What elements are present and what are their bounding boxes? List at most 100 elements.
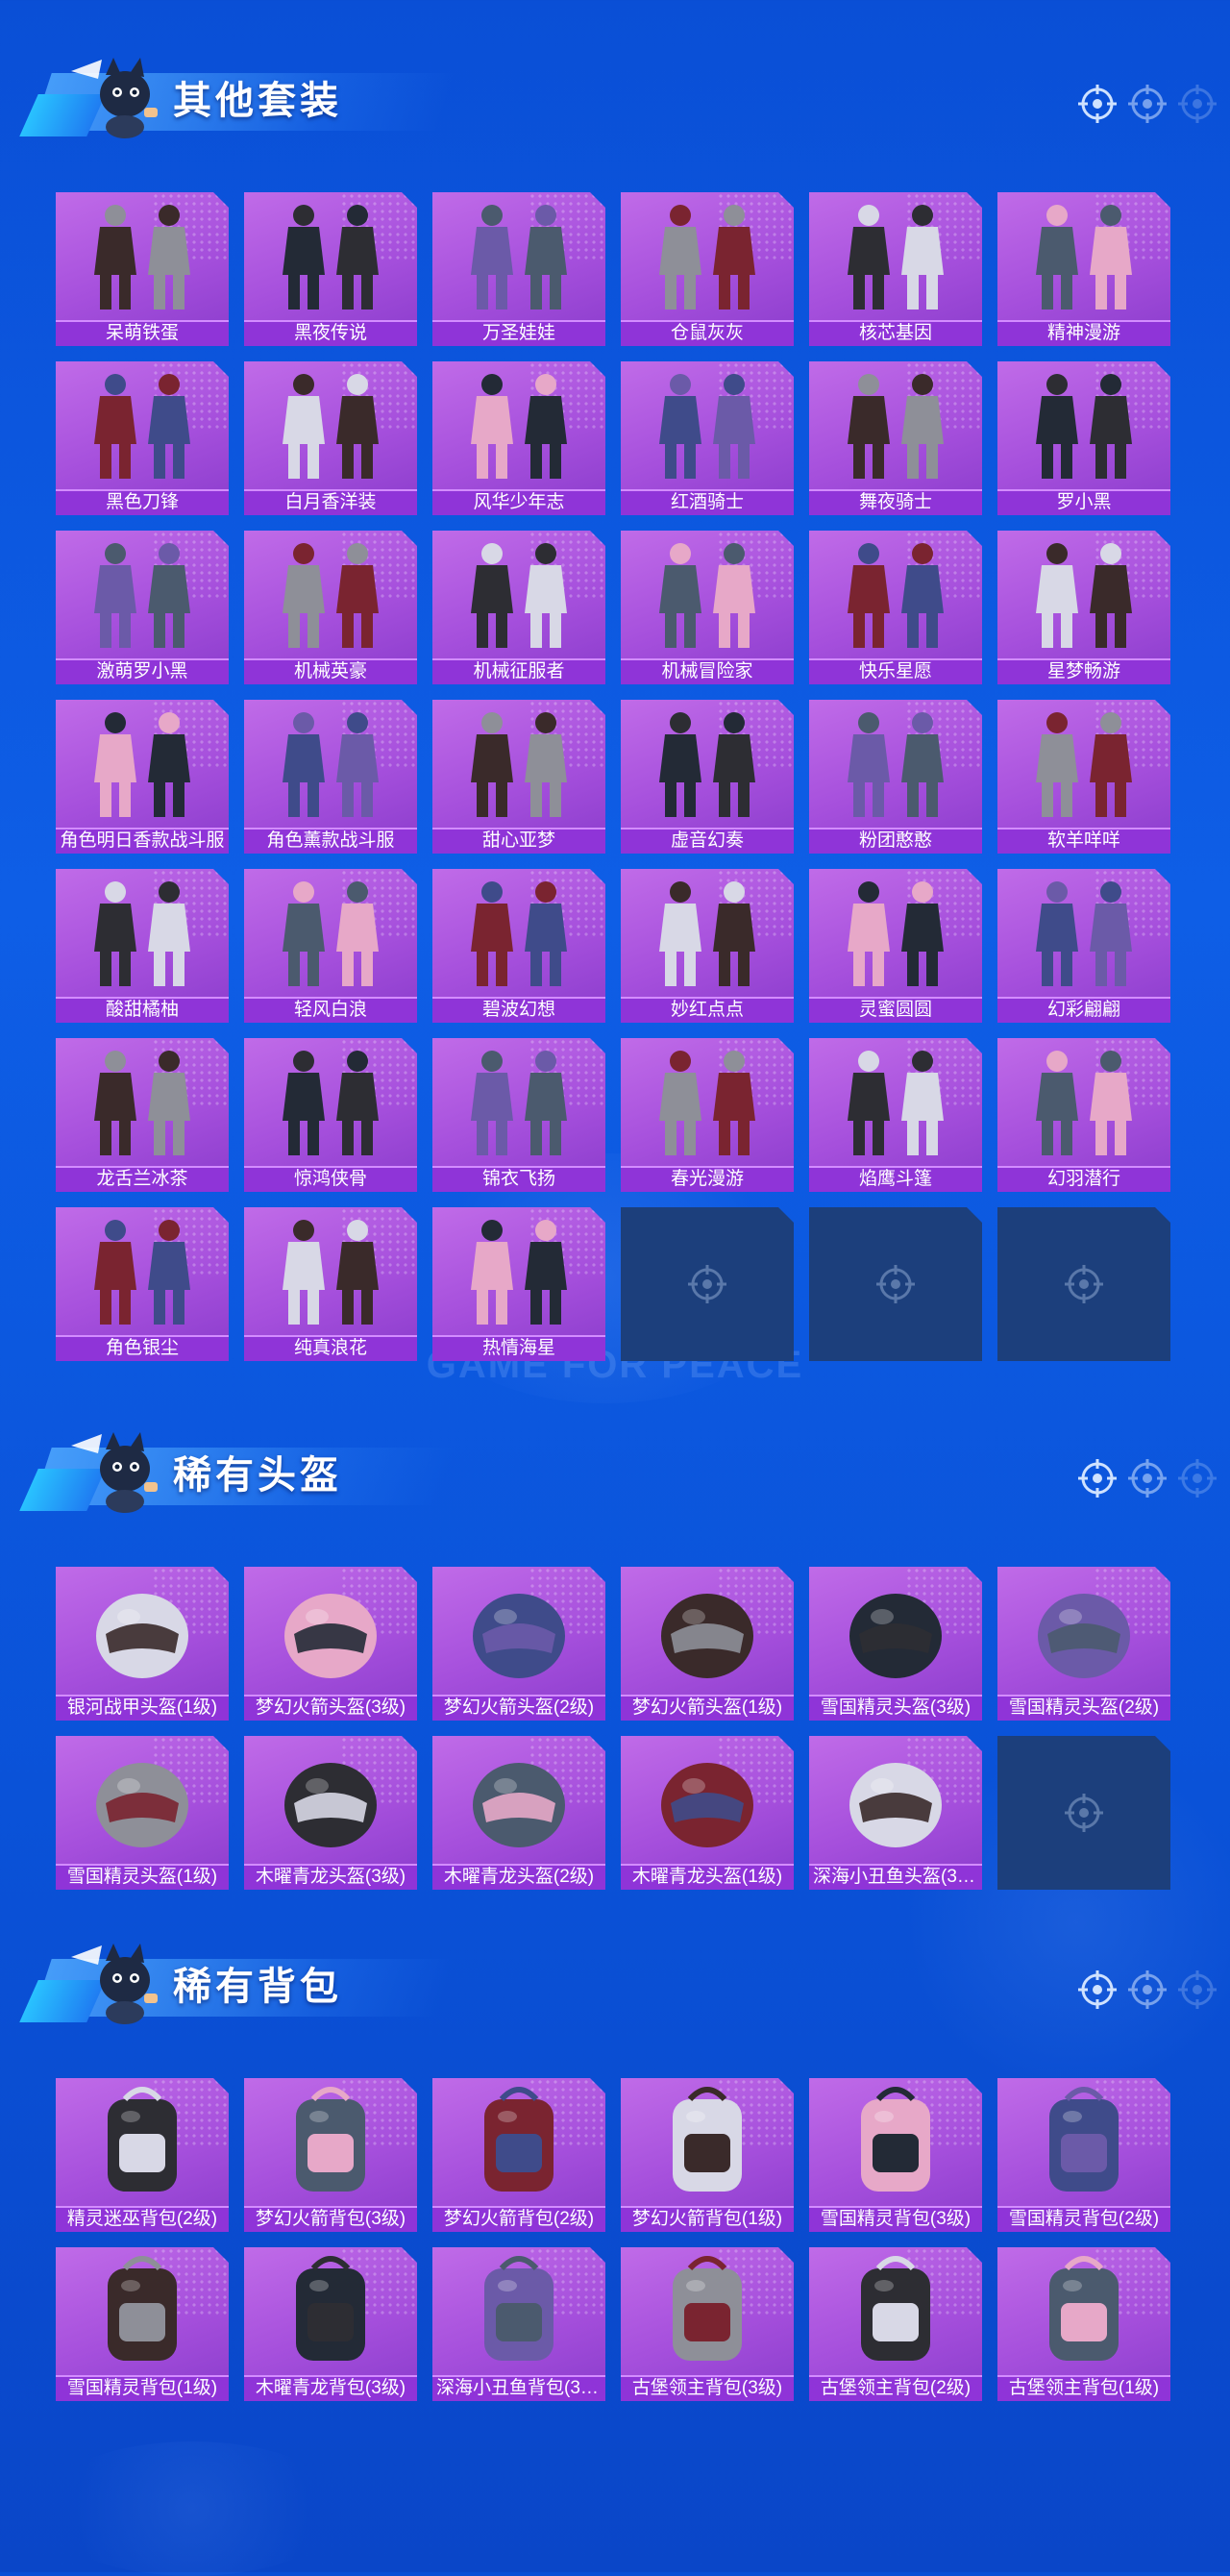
- outfit-image: [659, 374, 755, 479]
- item-card-frame: 雪国精灵背包(2级): [997, 2078, 1170, 2232]
- mascot-icon: [63, 46, 169, 142]
- item-card[interactable]: 雪国精灵头盔(2级): [997, 1567, 1170, 1721]
- item-card[interactable]: 机械英豪: [244, 531, 417, 684]
- item-card[interactable]: 古堡领主背包(1级): [997, 2247, 1170, 2401]
- item-card[interactable]: 风华少年志: [432, 361, 605, 515]
- item-card[interactable]: 白月香洋装: [244, 361, 417, 515]
- item-card[interactable]: 舞夜骑士: [809, 361, 982, 515]
- item-card-frame: 星梦畅游: [997, 531, 1170, 684]
- item-card[interactable]: 激萌罗小黑: [56, 531, 229, 684]
- item-card[interactable]: 角色银尘: [56, 1207, 229, 1361]
- item-card-frame: 焰鹰斗篷: [809, 1038, 982, 1192]
- helmet-image: [96, 1763, 188, 1847]
- item-name: 梦幻火箭背包(2级): [443, 2209, 595, 2229]
- item-card[interactable]: 梦幻火箭头盔(2级): [432, 1567, 605, 1721]
- item-card[interactable]: 春光漫游: [621, 1038, 794, 1192]
- item-card[interactable]: 古堡领主背包(3级): [621, 2247, 794, 2401]
- empty-slot-frame: [997, 1207, 1170, 1361]
- item-card-frame: 木曜青龙头盔(1级): [621, 1736, 794, 1890]
- item-card[interactable]: 幻彩翩翩: [997, 869, 1170, 1023]
- item-card-frame: 黑夜传说: [244, 192, 417, 346]
- item-card[interactable]: 精灵迷巫背包(2级): [56, 2078, 229, 2232]
- item-name: 激萌罗小黑: [96, 661, 188, 681]
- outfit-image: [1036, 205, 1132, 310]
- item-card[interactable]: 纯真浪花: [244, 1207, 417, 1361]
- item-name: 幻彩翩翩: [1046, 1000, 1120, 1020]
- item-card[interactable]: 焰鹰斗篷: [809, 1038, 982, 1192]
- item-card[interactable]: 雪国精灵头盔(1级): [56, 1736, 229, 1890]
- item-card[interactable]: 快乐星愿: [809, 531, 982, 684]
- item-name: 纯真浪花: [293, 1338, 367, 1358]
- item-card[interactable]: 惊鸿侠骨: [244, 1038, 417, 1192]
- item-card[interactable]: 梦幻火箭背包(3级): [244, 2078, 417, 2232]
- item-name: 热情海星: [481, 1338, 555, 1358]
- backpack-image: [108, 2087, 177, 2192]
- outfit-image: [283, 1051, 379, 1155]
- item-card[interactable]: 木曜青龙头盔(2级): [432, 1736, 605, 1890]
- item-card[interactable]: 灵蜜圆圆: [809, 869, 982, 1023]
- empty-slot: [809, 1207, 982, 1361]
- helmet-image: [284, 1763, 377, 1847]
- item-card-frame: 梦幻火箭头盔(1级): [621, 1567, 794, 1721]
- item-name: 黑色刀锋: [105, 492, 179, 512]
- crosshair-icon: [1065, 1794, 1103, 1832]
- item-card[interactable]: 雪国精灵头盔(3级): [809, 1567, 982, 1721]
- item-card[interactable]: 木曜青龙头盔(1级): [621, 1736, 794, 1890]
- item-card[interactable]: 雪国精灵背包(2级): [997, 2078, 1170, 2232]
- item-card[interactable]: 仓鼠灰灰: [621, 192, 794, 346]
- outfit-image: [848, 205, 944, 310]
- item-card-frame: 梦幻火箭背包(1级): [621, 2078, 794, 2232]
- item-name: 星梦畅游: [1046, 661, 1120, 681]
- item-card[interactable]: 虚音幻奏: [621, 700, 794, 854]
- item-card-frame: 深海小丑鱼背包(3级): [432, 2247, 605, 2401]
- item-card[interactable]: 雪国精灵背包(1级): [56, 2247, 229, 2401]
- item-card[interactable]: 幻羽潜行: [997, 1038, 1170, 1192]
- item-card[interactable]: 锦衣飞扬: [432, 1038, 605, 1192]
- item-card[interactable]: 梦幻火箭背包(2级): [432, 2078, 605, 2232]
- item-card[interactable]: 银河战甲头盔(1级): [56, 1567, 229, 1721]
- item-card-frame: 精灵迷巫背包(2级): [56, 2078, 229, 2232]
- item-card[interactable]: 核芯基因: [809, 192, 982, 346]
- item-card[interactable]: 雪国精灵背包(3级): [809, 2078, 982, 2232]
- item-card[interactable]: 罗小黑: [997, 361, 1170, 515]
- item-card[interactable]: 碧波幻想: [432, 869, 605, 1023]
- item-card[interactable]: 酸甜橘柚: [56, 869, 229, 1023]
- crosshair-decoration: [1076, 83, 1220, 125]
- item-card[interactable]: 机械冒险家: [621, 531, 794, 684]
- item-card[interactable]: 万圣娃娃: [432, 192, 605, 346]
- item-card[interactable]: 木曜青龙头盔(3级): [244, 1736, 417, 1890]
- item-card-frame: 风华少年志: [432, 361, 605, 515]
- item-name: 木曜青龙头盔(2级): [443, 1867, 595, 1887]
- item-card[interactable]: 梦幻火箭头盔(3级): [244, 1567, 417, 1721]
- crosshair-icon: [1178, 85, 1217, 123]
- item-card[interactable]: 机械征服者: [432, 531, 605, 684]
- item-card[interactable]: 深海小丑鱼背包(3级): [432, 2247, 605, 2401]
- item-card[interactable]: 软羊咩咩: [997, 700, 1170, 854]
- item-card[interactable]: 红酒骑士: [621, 361, 794, 515]
- item-card[interactable]: 黑夜传说: [244, 192, 417, 346]
- item-card-frame: 精神漫游: [997, 192, 1170, 346]
- item-card[interactable]: 木曜青龙背包(3级): [244, 2247, 417, 2401]
- item-name: 梦幻火箭背包(1级): [631, 2209, 783, 2229]
- backpack-image: [673, 2087, 742, 2192]
- item-card[interactable]: 粉团憨憨: [809, 700, 982, 854]
- item-card[interactable]: 精神漫游: [997, 192, 1170, 346]
- crosshair-icon: [1078, 85, 1117, 123]
- outfit-image: [1036, 1051, 1132, 1155]
- item-card[interactable]: 黑色刀锋: [56, 361, 229, 515]
- item-card[interactable]: 古堡领主背包(2级): [809, 2247, 982, 2401]
- item-card[interactable]: 甜心亚梦: [432, 700, 605, 854]
- item-card[interactable]: 角色明日香款战斗服: [56, 700, 229, 854]
- item-name: 软羊咩咩: [1046, 830, 1120, 851]
- item-card[interactable]: 星梦畅游: [997, 531, 1170, 684]
- item-name: 古堡领主背包(1级): [1008, 2378, 1160, 2398]
- item-card[interactable]: 梦幻火箭背包(1级): [621, 2078, 794, 2232]
- item-card[interactable]: 梦幻火箭头盔(1级): [621, 1567, 794, 1721]
- item-card[interactable]: 角色薰款战斗服: [244, 700, 417, 854]
- item-card[interactable]: 妙红点点: [621, 869, 794, 1023]
- item-card[interactable]: 呆萌铁蛋: [56, 192, 229, 346]
- item-card[interactable]: 热情海星: [432, 1207, 605, 1361]
- item-card[interactable]: 深海小丑鱼头盔(3级): [809, 1736, 982, 1890]
- item-card[interactable]: 轻风白浪: [244, 869, 417, 1023]
- item-card[interactable]: 龙舌兰冰茶: [56, 1038, 229, 1192]
